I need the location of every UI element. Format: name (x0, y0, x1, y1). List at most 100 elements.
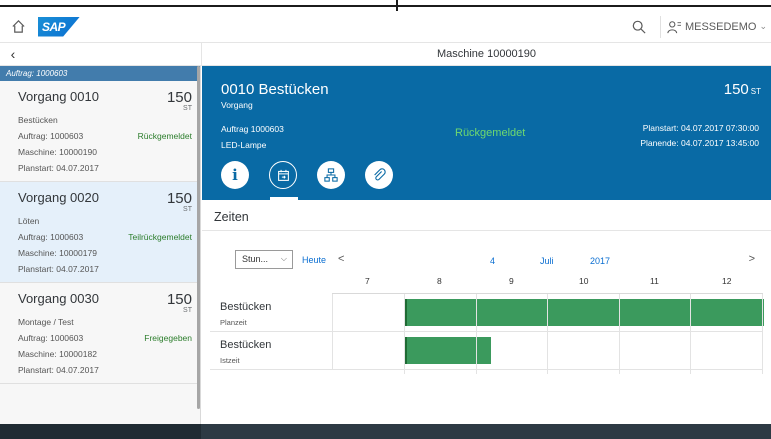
object-auftrag: Auftrag 1000603 (221, 124, 284, 134)
status-label: Rückgemeldet (137, 131, 192, 141)
info-icon: i (232, 166, 238, 184)
user-name: MESSEDEMO (684, 20, 757, 33)
sub-header: ‹ Maschine 10000190 (0, 43, 771, 66)
hour-label: 9 (509, 276, 514, 286)
list-item-title: Vorgang 0030 (18, 291, 99, 306)
list-item-planstart: Planstart: 04.07.2017 (18, 264, 99, 274)
date-month[interactable]: Juli (540, 256, 554, 266)
tab-anlagen[interactable] (365, 161, 393, 189)
grid-line (762, 294, 763, 374)
object-planstart: Planstart: 04.07.2017 07:30:00 (642, 123, 759, 133)
top-strip (0, 0, 771, 11)
list-item-vorgang-0010[interactable]: Vorgang 0010 150 ST Bestücken Auftrag: 10… (0, 81, 200, 182)
icon-tab-bar: i (221, 161, 413, 189)
list-item-title: Vorgang 0020 (18, 190, 99, 205)
search-icon (632, 20, 646, 34)
zoom-select[interactable]: Stun... ⌵ (235, 250, 293, 269)
gantt-toolbar: Stun... ⌵ Heute < 4 Juli 2017 > (210, 244, 763, 270)
section-title: Zeiten (214, 210, 249, 224)
master-list: Auftrag: 1000603 Vorgang 0010 150 ST Best… (0, 66, 201, 424)
date-year[interactable]: 2017 (590, 256, 610, 266)
tab-struktur[interactable] (317, 161, 345, 189)
tab-zeiten[interactable] (269, 161, 297, 189)
attachment-icon (374, 168, 386, 181)
tab-info[interactable]: i (221, 161, 249, 189)
master-footer (0, 424, 201, 439)
list-item-maschine: Maschine: 10000179 (18, 248, 97, 258)
object-header: 0010 Bestücken Vorgang 150 ST Auftrag 100… (202, 66, 771, 200)
list-item-title: Vorgang 0010 (18, 89, 99, 104)
master-scrollbar[interactable] (197, 66, 200, 409)
list-item-planstart: Planstart: 04.07.2017 (18, 163, 99, 173)
list-item-maschine: Maschine: 10000182 (18, 349, 97, 359)
user-menu-button[interactable]: MESSEDEMO ⌄ (667, 20, 771, 34)
chevron-down-icon: ⌄ (759, 21, 767, 31)
list-item-vorgang-0020[interactable]: Vorgang 0020 150 ST Löten Auftrag: 100060… (0, 182, 200, 283)
list-item-maschine: Maschine: 10000190 (18, 147, 97, 157)
object-quantity: 150 ST (723, 81, 761, 98)
object-title: 0010 Bestücken (221, 81, 329, 98)
list-item-desc: Montage / Test (18, 317, 74, 327)
grid-line (547, 294, 549, 374)
cursor-marker (396, 0, 398, 11)
user-icon (667, 20, 681, 33)
grid-line (404, 294, 405, 374)
chevron-down-icon: ⌵ (280, 254, 287, 263)
master-divider (201, 43, 202, 66)
list-item-auftrag: Auftrag: 1000603 (18, 232, 84, 242)
row-label: Bestücken (220, 301, 272, 313)
list-item-desc: Bestücken (18, 115, 58, 125)
calendar-icon (277, 169, 289, 181)
list-item-quantity: 150 ST (166, 291, 192, 314)
hour-label: 10 (579, 276, 589, 286)
list-item-vorgang-0030[interactable]: Vorgang 0030 150 ST Montage / Test Auftra… (0, 283, 200, 384)
group-header: Auftrag: 1000603 (0, 66, 200, 81)
list-item-quantity: 150 ST (166, 89, 192, 112)
footer-bar (0, 424, 771, 439)
hour-label: 12 (722, 276, 732, 286)
hour-label: 8 (437, 276, 442, 286)
planzeit-bar[interactable] (404, 299, 764, 326)
list-item-planstart: Planstart: 04.07.2017 (18, 365, 99, 375)
chevron-left-icon: ‹ (10, 46, 16, 62)
section-header-zeiten: Zeiten (202, 200, 771, 231)
object-status: Rückgemeldet (455, 127, 526, 139)
list-item-auftrag: Auftrag: 1000603 (18, 131, 84, 141)
gantt-row-planzeit[interactable]: Bestücken Planzeit (210, 294, 764, 332)
row-sublabel: Planzeit (220, 318, 247, 327)
top-strip-bar (0, 5, 771, 7)
shell-bar: SAP MESSEDEMO ⌄ (0, 11, 771, 43)
hour-label: 11 (650, 276, 659, 286)
status-label: Freigegeben (144, 333, 192, 343)
date-day[interactable]: 4 (490, 256, 495, 266)
grid-line (618, 294, 620, 374)
bar-start-marker (404, 299, 407, 326)
sap-logo[interactable]: SAP (38, 16, 80, 37)
row-sublabel: Istzeit (220, 356, 240, 365)
status-label: Teilrückgemeldet (128, 232, 192, 242)
hierarchy-icon (324, 168, 338, 182)
row-label: Bestücken (220, 339, 272, 351)
bar-start-marker (404, 337, 407, 364)
next-button[interactable]: > (749, 253, 755, 265)
search-button[interactable] (624, 12, 654, 42)
istzeit-bar[interactable] (404, 337, 491, 364)
gantt-chart: Stun... ⌵ Heute < 4 Juli 2017 > 7 8 9 10… (210, 244, 764, 386)
object-planende: Planende: 04.07.2017 13:45:00 (640, 138, 759, 148)
prev-button[interactable]: < (338, 253, 344, 265)
back-button[interactable]: ‹ (4, 45, 22, 63)
list-item-desc: Löten (18, 216, 40, 226)
home-icon (11, 20, 25, 33)
list-item-quantity: 150 ST (166, 190, 192, 213)
grid-line (475, 294, 477, 374)
object-subtitle: Vorgang (221, 100, 253, 110)
home-button[interactable] (6, 15, 30, 39)
list-item-auftrag: Auftrag: 1000603 (18, 333, 84, 343)
hour-label: 7 (365, 276, 370, 286)
gantt-row-istzeit[interactable]: Bestücken Istzeit (210, 332, 763, 370)
shell-separator (659, 15, 661, 38)
object-material: LED-Lampe (221, 140, 267, 150)
today-link[interactable]: Heute (302, 255, 326, 265)
page-title: Maschine 10000190 (436, 48, 537, 60)
grid-line (690, 294, 692, 374)
